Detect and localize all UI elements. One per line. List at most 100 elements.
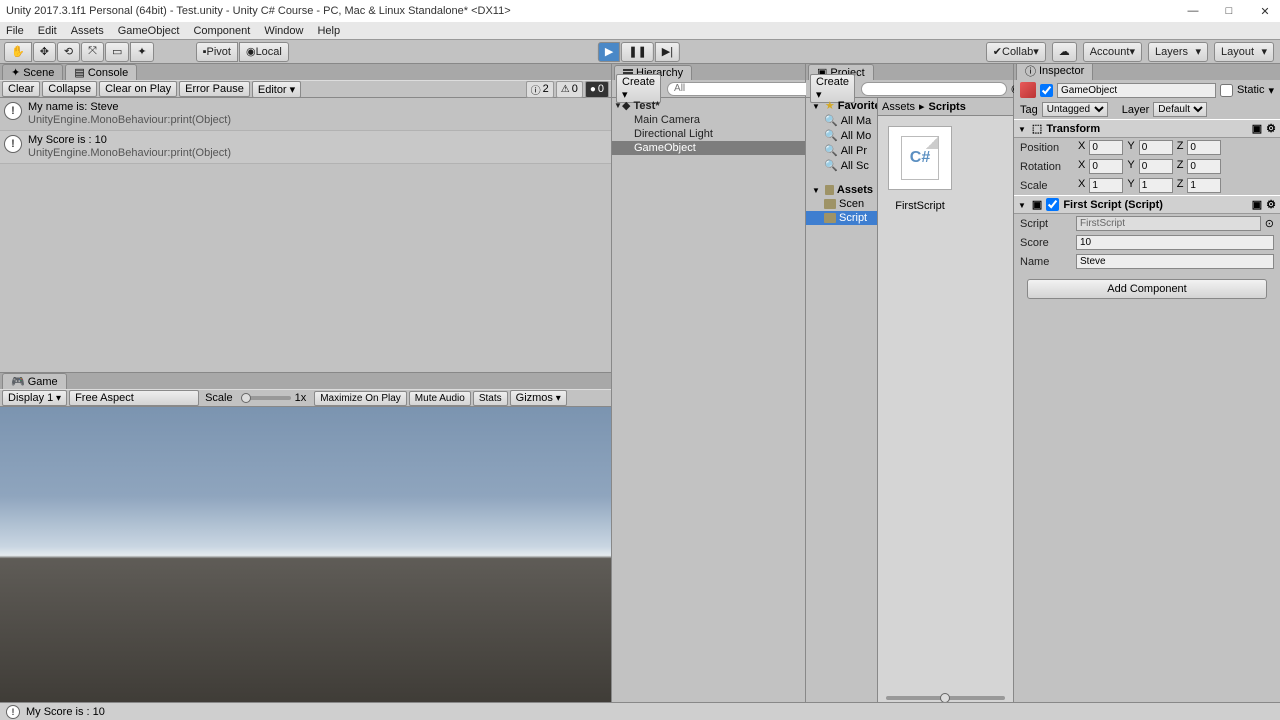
help-icon[interactable]: ▣ [1252,122,1262,135]
transform-tool-icon[interactable]: ✦ [130,42,153,62]
project-file[interactable]: C# FirstScript [878,116,962,212]
hierarchy-scene[interactable]: ◆ Test* [612,98,805,113]
gear-icon[interactable]: ⚙ [1266,122,1276,135]
layer-dropdown[interactable]: Default [1153,102,1207,117]
favorite-item[interactable]: 🔍All Sc [806,158,877,173]
account-dropdown[interactable]: Account ▾ [1083,42,1142,62]
warn-counter[interactable]: ⚠0 [556,81,583,98]
layout-dropdown[interactable]: Layout ▾ [1214,42,1274,62]
gameobject-name-input[interactable] [1057,83,1216,98]
breadcrumb-item[interactable]: Assets [882,101,915,113]
console-clear[interactable]: Clear [2,81,40,97]
favorite-item[interactable]: 🔍All Mo [806,128,877,143]
move-tool-icon[interactable]: ✥ [33,42,56,62]
foldout-icon[interactable] [1018,123,1028,135]
hierarchy-item[interactable]: GameObject [612,141,805,155]
pause-button[interactable]: ❚❚ [621,42,653,62]
local-button[interactable]: ◉ Local [239,42,289,62]
static-checkbox[interactable] [1220,84,1233,97]
console-errorpause[interactable]: Error Pause [179,81,250,97]
transform-component-header[interactable]: ⬚ Transform ▣ ⚙ [1014,119,1280,138]
rotate-tool-icon[interactable]: ⟲ [57,42,80,62]
menu-gameobject[interactable]: GameObject [118,25,180,37]
collab-button[interactable]: ✔ Collab ▾ [986,42,1046,62]
object-picker-icon[interactable]: ⊙ [1265,217,1274,230]
stats-button[interactable]: Stats [473,391,508,406]
error-counter[interactable]: ●0 [585,81,609,98]
gameobject-icon[interactable] [1020,82,1036,98]
console-clearplay[interactable]: Clear on Play [99,81,177,97]
hierarchy-item[interactable]: Directional Light [612,127,805,141]
scale-y[interactable] [1139,178,1173,193]
console-message[interactable]: ! My name is: Steve UnityEngine.MonoBeha… [0,98,611,131]
layers-dropdown[interactable]: Layers ▾ [1148,42,1208,62]
menu-window[interactable]: Window [264,25,303,37]
active-checkbox[interactable] [1040,84,1053,97]
pos-z[interactable] [1187,140,1221,155]
scale-slider[interactable] [241,396,291,400]
favorites-folder[interactable]: ★Favorites [806,98,877,113]
script-field[interactable] [1076,216,1261,231]
thumbnail-size-slider[interactable] [886,696,1005,700]
tag-dropdown[interactable]: Untagged [1042,102,1108,117]
mute-audio[interactable]: Mute Audio [409,391,471,406]
scale-tool-icon[interactable]: ⤧ [81,42,104,62]
menu-component[interactable]: Component [193,25,250,37]
console-message[interactable]: ! My Score is : 10 UnityEngine.MonoBehav… [0,131,611,164]
display-dropdown[interactable]: Display 1 ▾ [2,390,67,406]
game-view[interactable] [0,407,611,704]
menu-edit[interactable]: Edit [38,25,57,37]
console-editor[interactable]: Editor ▾ [252,81,301,98]
pan-tool-icon[interactable]: ✋ [4,42,32,62]
breadcrumb-item[interactable]: Scripts [929,101,966,113]
console-collapse[interactable]: Collapse [42,81,97,97]
menu-file[interactable]: File [6,25,24,37]
rot-y[interactable] [1139,159,1173,174]
gizmos-button[interactable]: Gizmos ▾ [510,390,567,406]
folder-item[interactable]: Scen [806,197,877,211]
foldout-icon[interactable] [1018,199,1028,211]
gear-icon[interactable]: ⚙ [1266,198,1276,211]
pos-y[interactable] [1139,140,1173,155]
play-button[interactable]: ▶ [598,42,620,62]
maximize-on-play[interactable]: Maximize On Play [314,391,407,406]
favorite-item[interactable]: 🔍All Pr [806,143,877,158]
menu-assets[interactable]: Assets [71,25,104,37]
tab-scene[interactable]: ✦Scene [2,64,63,80]
foldout-icon[interactable] [614,100,624,110]
pos-x[interactable] [1089,140,1123,155]
component-enabled-checkbox[interactable] [1046,198,1059,211]
foldout-icon[interactable] [812,100,822,112]
rot-x[interactable] [1089,159,1123,174]
aspect-dropdown[interactable]: Free Aspect [69,390,199,406]
script-component-header[interactable]: ▣ First Script (Script) ▣ ⚙ [1014,195,1280,214]
cloud-button[interactable]: ☁ [1052,42,1077,62]
info-counter[interactable]: ⓘ2 [526,81,554,98]
hierarchy-item[interactable]: Main Camera [612,113,805,127]
minimize-button[interactable]: — [1184,5,1202,18]
help-icon[interactable]: ▣ [1252,198,1262,211]
add-component-button[interactable]: Add Component [1027,279,1266,299]
tab-console[interactable]: ▤Console [65,64,137,80]
scale-z[interactable] [1187,178,1221,193]
name-field[interactable] [1076,254,1274,269]
close-button[interactable]: ✕ [1256,5,1274,18]
status-message[interactable]: My Score is : 10 [26,706,105,718]
menu-help[interactable]: Help [317,25,340,37]
rot-z[interactable] [1187,159,1221,174]
hierarchy-search[interactable] [667,82,813,96]
pivot-button[interactable]: ▪ Pivot [196,42,238,62]
project-search[interactable] [861,82,1007,96]
foldout-icon[interactable] [812,184,822,196]
project-files[interactable]: C# FirstScript [878,116,1013,704]
step-button[interactable]: ▶| [655,42,680,62]
rect-tool-icon[interactable]: ▭ [105,42,129,62]
tab-game[interactable]: 🎮Game [2,373,67,389]
assets-folder[interactable]: Assets [806,183,877,197]
scale-x[interactable] [1089,178,1123,193]
score-field[interactable] [1076,235,1274,250]
maximize-button[interactable]: □ [1220,5,1238,18]
static-dropdown-icon[interactable]: ▾ [1268,84,1274,97]
favorite-item[interactable]: 🔍All Ma [806,113,877,128]
folder-item[interactable]: Script [806,211,877,225]
